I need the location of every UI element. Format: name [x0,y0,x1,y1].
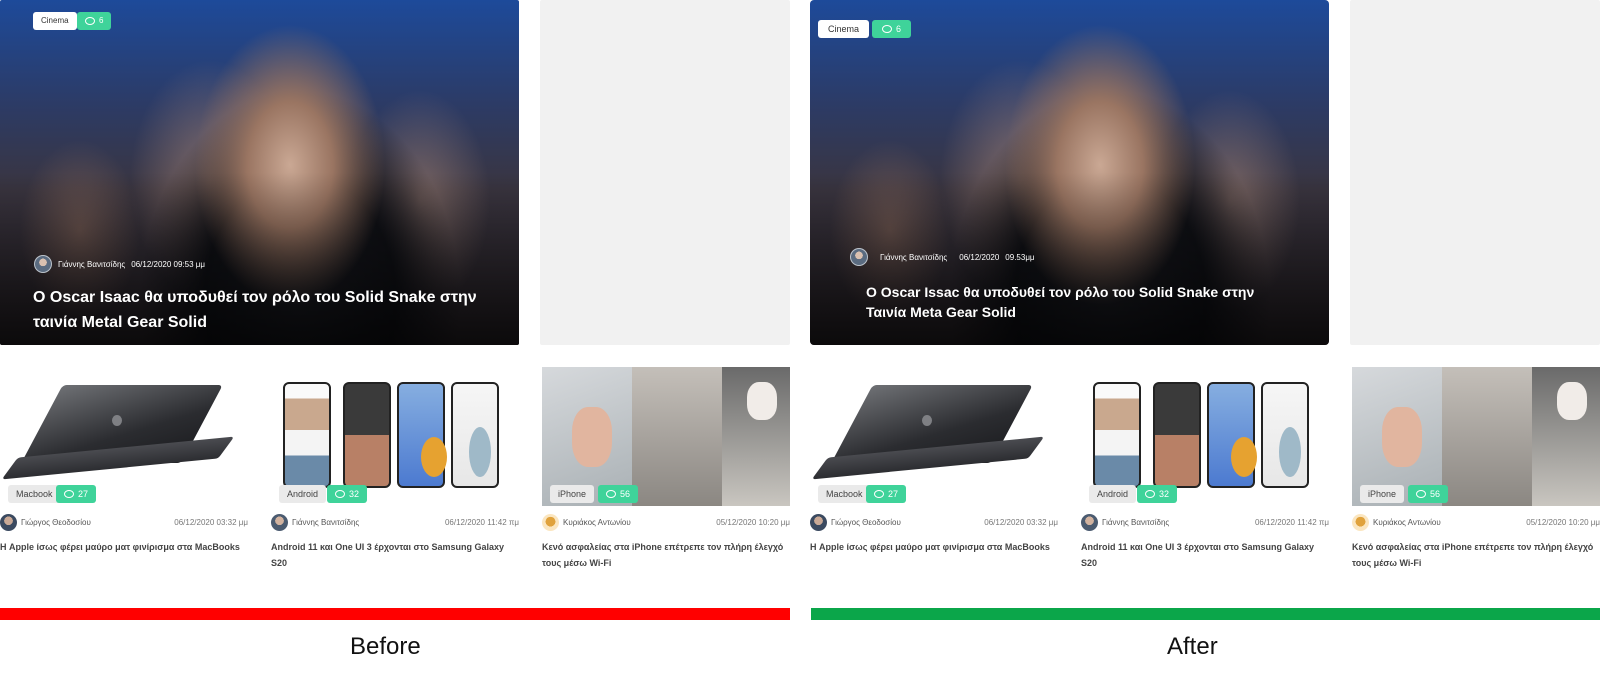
avatar [850,248,868,266]
category-tag[interactable]: Android [1089,485,1137,503]
avatar [271,513,288,531]
speech-bubble-icon [85,17,95,25]
android-image: Android 32 [271,367,519,506]
macbook-image: Macbook 27 [0,367,248,506]
hero-article[interactable]: Cinema 6 Γιάννης Βανιτσίδης 06/12/2020 0… [0,0,519,345]
author-name[interactable]: Γιώργος Θεοδοσίου [21,518,174,527]
category-tag[interactable]: Macbook [818,485,871,503]
card-meta: Κυριάκος Αντωνίου 05/12/2020 10:20 μμ [1352,513,1600,531]
publish-date: 05/12/2020 10:20 μμ [1526,517,1600,527]
before-indicator-bar [0,608,790,620]
author-name[interactable]: Γιώργος Θεοδοσίου [831,518,984,527]
category-tag[interactable]: Cinema [33,12,77,30]
category-tag[interactable]: Macbook [8,485,61,503]
card-title[interactable]: Η Apple ίσως φέρει μαύρο ματ φινίρισμα σ… [0,539,248,555]
publish-time: 09.53μμ [1005,252,1035,262]
hero-title[interactable]: Ο Oscar Isaac θα υποδυθεί τον ρόλο του S… [33,285,493,335]
hero-meta: Γιάννης Βανιτσίδης 06/12/2020 09.53μμ [850,248,1035,266]
author-name[interactable]: Γιάννης Βανιτσίδης [292,518,445,527]
publish-date: 06/12/2020 [959,252,1000,262]
author-name[interactable]: Γιάννης Βανιτσίδης [58,260,125,269]
category-tag[interactable]: Android [279,485,327,503]
comment-count-badge[interactable]: 6 [872,20,912,38]
speech-bubble-icon [1145,490,1155,498]
speech-bubble-icon [1416,490,1426,498]
comment-count-badge[interactable]: 27 [866,485,907,503]
speech-bubble-icon [606,490,616,498]
comment-count-badge[interactable]: 6 [77,12,112,30]
iphone-image: iPhone 56 [1352,367,1600,506]
comment-count-badge[interactable]: 56 [598,485,639,503]
speech-bubble-icon [874,490,884,498]
author-name[interactable]: Γιάννης Βανιτσίδης [1102,518,1255,527]
card-meta: Γιώργος Θεοδοσίου 06/12/2020 03:32 μμ [0,513,248,531]
card-meta: Γιάννης Βανιτσίδης 06/12/2020 11:42 πμ [271,513,519,531]
author-name[interactable]: Γιάννης Βανιτσίδης [880,253,947,262]
article-card[interactable]: Android 32 Γιάννης Βανιτσίδης 06/12/2020… [1081,367,1329,571]
article-card[interactable]: iPhone 56 Κυριάκος Αντωνίου 05/12/2020 1… [542,367,790,571]
card-title[interactable]: Κενό ασφαλείας στα iPhone επέτρεπε τον π… [542,539,790,571]
card-meta: Κυριάκος Αντωνίου 05/12/2020 10:20 μμ [542,513,790,531]
card-meta: Γιώργος Θεοδοσίου 06/12/2020 03:32 μμ [810,513,1058,531]
card-title[interactable]: Κενό ασφαλείας στα iPhone επέτρεπε τον π… [1352,539,1600,571]
empty-placeholder [540,0,790,345]
avatar [1081,513,1098,531]
avatar [542,513,559,531]
speech-bubble-icon [882,25,892,33]
comment-count-badge[interactable]: 27 [56,485,97,503]
article-card[interactable]: Macbook 27 Γιώργος Θεοδοσίου 06/12/2020 … [810,367,1058,571]
avatar [0,513,17,531]
after-indicator-bar [811,608,1600,620]
category-tag[interactable]: iPhone [1360,485,1405,503]
empty-placeholder [1350,0,1600,345]
avatar [810,513,827,531]
publish-date: 05/12/2020 10:20 μμ [716,517,790,527]
after-panel: Cinema 6 Γιάννης Βανιτσίδης 06/12/2020 0… [810,0,1600,676]
publish-date: 06/12/2020 11:42 πμ [444,517,519,527]
apple-logo-icon [922,415,932,426]
card-meta: Γιάννης Βανιτσίδης 06/12/2020 11:42 πμ [1081,513,1329,531]
android-image: Android 32 [1081,367,1329,506]
comment-count-badge[interactable]: 32 [327,485,368,503]
author-name[interactable]: Κυριάκος Αντωνίου [563,518,716,527]
article-card[interactable]: Android 32 Γιάννης Βανιτσίδης 06/12/2020… [271,367,519,571]
category-tag[interactable]: iPhone [550,485,595,503]
author-name[interactable]: Κυριάκος Αντωνίου [1373,518,1526,527]
article-card[interactable]: iPhone 56 Κυριάκος Αντωνίου 05/12/2020 1… [1352,367,1600,571]
card-title[interactable]: Android 11 και One UI 3 έρχονται στο Sam… [1081,539,1329,571]
macbook-image: Macbook 27 [810,367,1058,506]
before-caption: Before [350,633,421,660]
after-caption: After [1167,633,1218,660]
card-title[interactable]: Android 11 και One UI 3 έρχονται στο Sam… [271,539,519,571]
category-tag[interactable]: Cinema [818,20,870,38]
avatar [34,255,52,273]
publish-date: 06/12/2020 09:53 μμ [131,259,205,269]
article-card[interactable]: Macbook 27 Γιώργος Θεοδοσίου 06/12/2020 … [0,367,248,571]
speech-bubble-icon [64,490,74,498]
comment-count-badge[interactable]: 32 [1137,485,1178,503]
hero-article[interactable]: Cinema 6 Γιάννης Βανιτσίδης 06/12/2020 0… [810,0,1329,345]
before-panel: Cinema 6 Γιάννης Βανιτσίδης 06/12/2020 0… [0,0,790,676]
speech-bubble-icon [335,490,345,498]
avatar [1352,513,1369,531]
publish-date: 06/12/2020 11:42 πμ [1254,517,1329,527]
apple-logo-icon [112,415,122,426]
card-title[interactable]: Η Apple ίσως φέρει μαύρο ματ φινίρισμα σ… [810,539,1058,555]
hero-meta: Γιάννης Βανιτσίδης 06/12/2020 09:53 μμ [34,255,205,273]
comment-count-badge[interactable]: 56 [1408,485,1449,503]
publish-date: 06/12/2020 03:32 μμ [984,517,1058,527]
hero-title[interactable]: Ο Oscar Issac θα υποδυθεί τον ρόλο του S… [866,282,1296,322]
iphone-image: iPhone 56 [542,367,790,506]
publish-date: 06/12/2020 03:32 μμ [174,517,248,527]
